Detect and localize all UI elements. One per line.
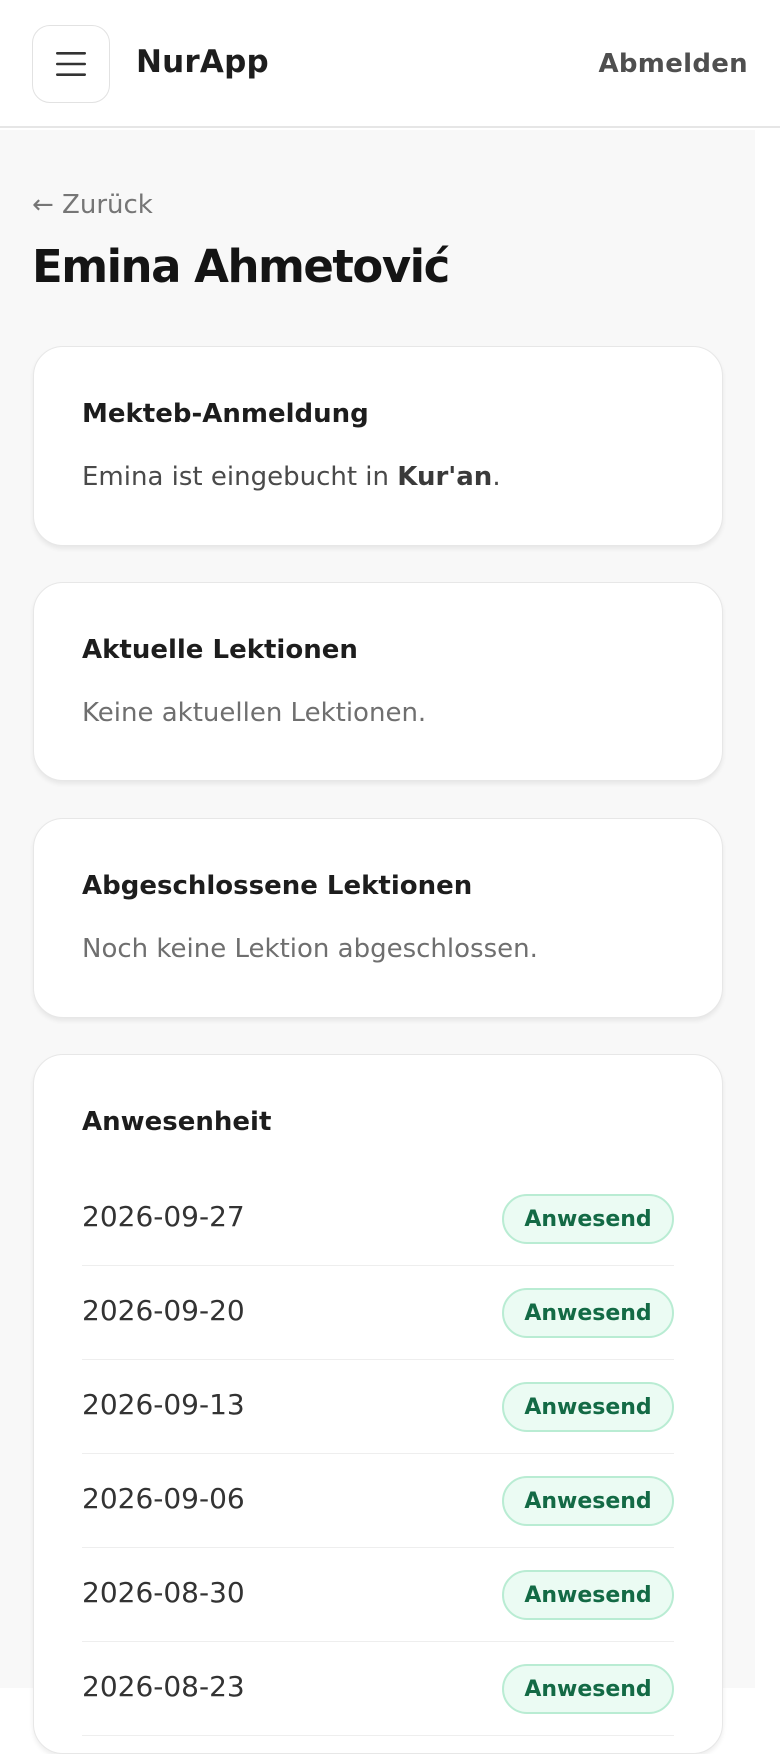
attendance-date: 2026-09-27	[82, 1200, 245, 1233]
status-badge: Anwesend	[502, 1382, 674, 1432]
enrollment-course: Kur'an	[397, 462, 493, 492]
top-bar: NurApp Abmelden	[0, 0, 780, 128]
completed-lessons-empty: Noch keine Lektion abgeschlossen.	[82, 934, 538, 964]
attendance-date: 2026-09-20	[82, 1294, 245, 1327]
enrollment-title: Mekteb-Anmeldung	[82, 399, 369, 429]
attendance-row: 2026-09-27 Anwesend	[82, 1172, 674, 1266]
status-badge: Anwesend	[502, 1570, 674, 1620]
completed-lessons-card: Abgeschlossene Lektionen Noch keine Lekt…	[33, 818, 723, 1018]
enrollment-text-prefix: Emina ist eingebucht in	[82, 462, 398, 492]
status-badge: Anwesend	[502, 1288, 674, 1338]
page-title: Emina Ahmetović	[32, 240, 450, 293]
logout-button[interactable]: Abmelden	[598, 49, 748, 79]
attendance-date: 2026-09-13	[82, 1388, 245, 1421]
status-badge: Anwesend	[502, 1194, 674, 1244]
main-content: ← Zurück Emina Ahmetović Mekteb-Anmeldun…	[0, 130, 755, 1754]
current-lessons-title: Aktuelle Lektionen	[82, 635, 358, 665]
hamburger-menu-icon	[56, 52, 86, 76]
enrollment-card: Mekteb-Anmeldung Emina ist eingebucht in…	[33, 346, 723, 546]
attendance-card: Anwesenheit 2026-09-27 Anwesend 2026-09-…	[33, 1054, 723, 1754]
attendance-date: 2026-09-06	[82, 1482, 245, 1515]
attendance-title: Anwesenheit	[82, 1107, 272, 1137]
attendance-row: 2026-08-30 Anwesend	[82, 1548, 674, 1642]
enrollment-text: Emina ist eingebucht in Kur'an.	[82, 462, 501, 492]
status-badge: Anwesend	[502, 1476, 674, 1526]
back-link[interactable]: ← Zurück	[32, 190, 153, 220]
menu-button[interactable]	[32, 25, 110, 103]
attendance-row: 2026-09-13 Anwesend	[82, 1360, 674, 1454]
current-lessons-card: Aktuelle Lektionen Keine aktuellen Lekti…	[33, 582, 723, 781]
app-title: NurApp	[136, 44, 269, 80]
attendance-date: 2026-08-30	[82, 1576, 245, 1609]
status-badge: Anwesend	[502, 1664, 674, 1714]
attendance-row: 2026-09-06 Anwesend	[82, 1454, 674, 1548]
current-lessons-empty: Keine aktuellen Lektionen.	[82, 698, 427, 728]
attendance-date: 2026-08-23	[82, 1670, 245, 1703]
attendance-row: 2026-08-23 Anwesend	[82, 1642, 674, 1736]
attendance-row: 2026-09-20 Anwesend	[82, 1266, 674, 1360]
enrollment-text-suffix: .	[492, 462, 501, 492]
completed-lessons-title: Abgeschlossene Lektionen	[82, 871, 473, 901]
